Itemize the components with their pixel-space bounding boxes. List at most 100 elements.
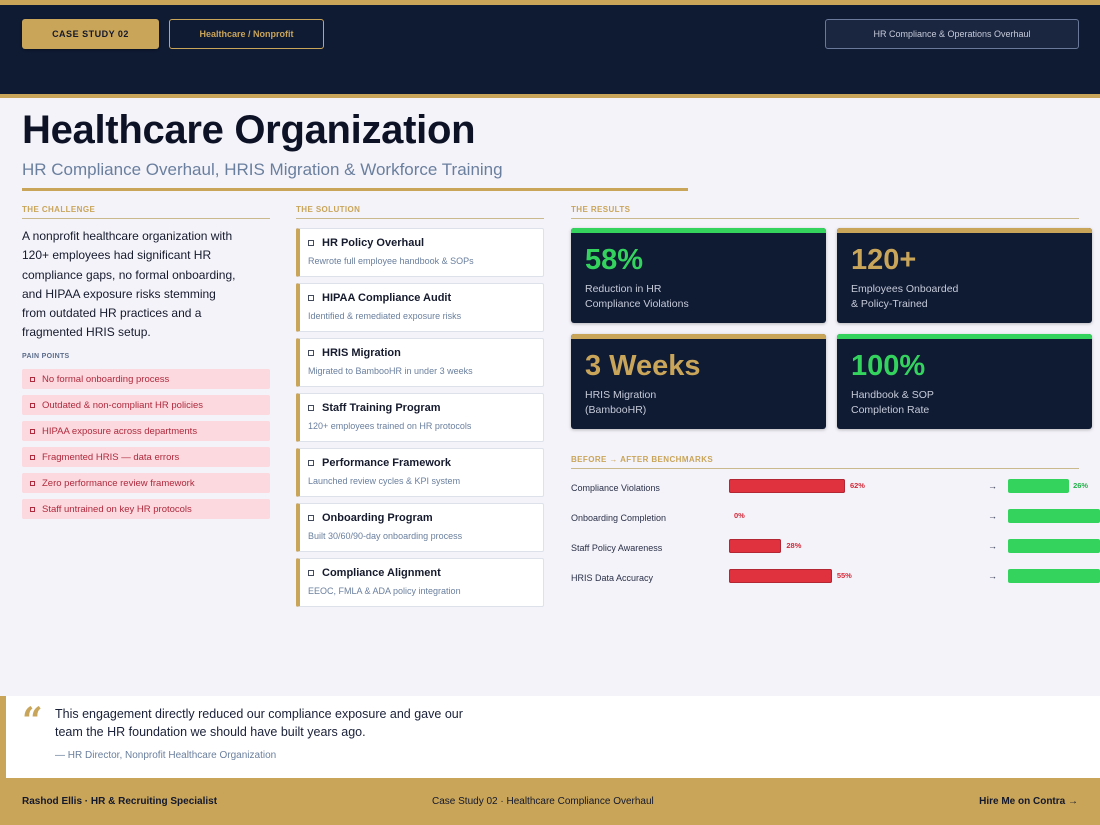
solution-list: HR Policy Overhaul Rewrote full employee… <box>296 228 544 613</box>
header-bar: CASE STUDY 02 Healthcare / Nonprofit HR … <box>0 0 1100 98</box>
result-label: Reduction in HR Compliance Violations <box>585 283 689 310</box>
solution-card: Compliance Alignment EEOC, FMLA & ADA po… <box>296 558 544 607</box>
footer-case-title: Case Study 02 · Healthcare Compliance Ov… <box>432 796 654 807</box>
solution-card: Staff Training Program 120+ employees tr… <box>296 393 544 442</box>
challenge-text: A nonprofit healthcare organization with… <box>22 229 236 340</box>
pain-point-item: No formal onboarding process <box>22 369 270 389</box>
solution-desc: Built 30/60/90-day onboarding process <box>308 531 463 541</box>
before-bar <box>729 539 782 553</box>
before-value: 0% <box>734 511 745 520</box>
square-icon <box>308 240 314 246</box>
solution-desc: Migrated to BambooHR in under 3 weeks <box>308 366 473 376</box>
result-card: 3 Weeks HRIS Migration (BambooHR) <box>571 334 826 429</box>
solution-label: THE SOLUTION <box>296 205 544 219</box>
title-divider <box>22 188 688 191</box>
arrow-icon: → <box>988 481 997 491</box>
solution-desc: EEOC, FMLA & ADA policy integration <box>308 586 461 596</box>
page-subtitle: HR Compliance Overhaul, HRIS Migration &… <box>22 160 503 179</box>
square-icon <box>30 376 35 382</box>
benchmark-row: HRIS Data Accuracy 55% → <box>571 569 1100 589</box>
before-value: 28% <box>786 541 802 550</box>
after-bar <box>1008 569 1100 583</box>
result-card: 100% Handbook & SOP Completion Rate <box>837 334 1092 429</box>
card-accent-line <box>571 228 826 233</box>
square-icon <box>308 460 314 466</box>
square-icon <box>30 506 35 512</box>
card-accent-line <box>571 334 826 339</box>
solution-desc: 120+ employees trained on HR protocols <box>308 421 472 431</box>
square-icon <box>308 295 314 301</box>
results-label: THE RESULTS <box>571 205 1079 219</box>
benchmark-name: Staff Policy Awareness <box>571 543 663 553</box>
result-label: Handbook & SOP Completion Rate <box>851 389 934 416</box>
solution-title: HIPAA Compliance Audit <box>322 292 452 304</box>
solution-desc: Rewrote full employee handbook & SOPs <box>308 256 474 266</box>
benchmark-row: Staff Policy Awareness 28% → <box>571 539 1100 559</box>
solution-title: Onboarding Program <box>322 512 433 524</box>
square-icon <box>308 350 314 356</box>
benchmark-name: Compliance Violations <box>571 483 660 493</box>
pain-points-list: No formal onboarding process Outdated & … <box>22 369 270 525</box>
benchmark-row: Compliance Violations 62% → 26% <box>571 479 1100 499</box>
footer-bar: Rashod Ellis · HR & Recruiting Specialis… <box>0 778 1100 825</box>
solution-card: Onboarding Program Built 30/60/90-day on… <box>296 503 544 552</box>
challenge-label: THE CHALLENGE <box>22 205 270 219</box>
solution-title: Staff Training Program <box>322 402 441 414</box>
result-card: 120+ Employees Onboarded & Policy-Trained <box>837 228 1092 323</box>
benchmark-name: HRIS Data Accuracy <box>571 573 654 583</box>
arrow-icon: → <box>988 541 997 551</box>
before-value: 62% <box>849 481 865 490</box>
arrow-icon: → <box>988 511 997 521</box>
before-bar <box>729 569 832 583</box>
page-title: Healthcare Organization <box>22 108 476 152</box>
square-icon <box>308 515 314 521</box>
pain-point-item: Zero performance review framework <box>22 473 270 493</box>
benchmark-name: Onboarding Completion <box>571 513 667 523</box>
result-value: 120+ <box>851 244 917 276</box>
before-value: 55% <box>836 571 852 580</box>
solution-desc: Launched review cycles & KPI system <box>308 476 461 486</box>
square-icon <box>308 405 314 411</box>
solution-title: HR Policy Overhaul <box>322 237 425 249</box>
pain-point-item: HIPAA exposure across departments <box>22 421 270 441</box>
footer-author: Rashod Ellis · HR & Recruiting Specialis… <box>22 796 218 807</box>
arrow-icon: → <box>988 571 997 581</box>
card-accent-line <box>837 228 1092 233</box>
result-label: Employees Onboarded & Policy-Trained <box>851 283 959 310</box>
benchmark-row: Onboarding Completion 0% → <box>571 509 1100 529</box>
card-accent-line <box>837 334 1092 339</box>
sector-tag: Healthcare / Nonprofit <box>169 19 324 49</box>
pain-point-text: Fragmented HRIS — data errors <box>42 451 180 463</box>
pain-point-text: No formal onboarding process <box>42 373 170 385</box>
solution-card: HRIS Migration Migrated to BambooHR in u… <box>296 338 544 387</box>
solution-title: Compliance Alignment <box>322 567 441 579</box>
before-bar <box>729 479 845 493</box>
result-label: HRIS Migration (BambooHR) <box>585 389 657 416</box>
result-card: 58% Reduction in HR Compliance Violations <box>571 228 826 323</box>
result-value: 58% <box>585 244 644 276</box>
pain-points-label: PAIN POINTS <box>22 353 70 360</box>
solution-card: HIPAA Compliance Audit Identified & reme… <box>296 283 544 332</box>
square-icon <box>308 570 314 576</box>
square-icon <box>30 480 35 486</box>
solution-title: Performance Framework <box>322 457 451 469</box>
square-icon <box>30 402 35 408</box>
pain-point-text: Staff untrained on key HR protocols <box>42 503 192 515</box>
square-icon <box>30 428 35 434</box>
pain-point-text: HIPAA exposure across departments <box>42 425 198 437</box>
quote-mark-icon: “ <box>22 700 43 742</box>
testimonial-author: — HR Director, Nonprofit Healthcare Orga… <box>55 750 277 761</box>
after-bar <box>1008 479 1070 493</box>
pain-point-item: Fragmented HRIS — data errors <box>22 447 270 467</box>
pain-point-item: Staff untrained on key HR protocols <box>22 499 270 519</box>
solution-card: HR Policy Overhaul Rewrote full employee… <box>296 228 544 277</box>
solution-title: HRIS Migration <box>322 347 401 359</box>
pain-point-item: Outdated & non-compliant HR policies <box>22 395 270 415</box>
pain-point-text: Zero performance review framework <box>42 477 195 489</box>
testimonial-text: This engagement directly reduced our com… <box>55 707 463 739</box>
hire-me-link[interactable]: Hire Me on Contra → <box>979 796 1078 807</box>
benchmarks-label: BEFORE → AFTER BENCHMARKS <box>571 455 1079 469</box>
pain-point-text: Outdated & non-compliant HR policies <box>42 399 204 411</box>
project-tag: HR Compliance & Operations Overhaul <box>825 19 1079 49</box>
result-value: 3 Weeks <box>585 350 701 382</box>
